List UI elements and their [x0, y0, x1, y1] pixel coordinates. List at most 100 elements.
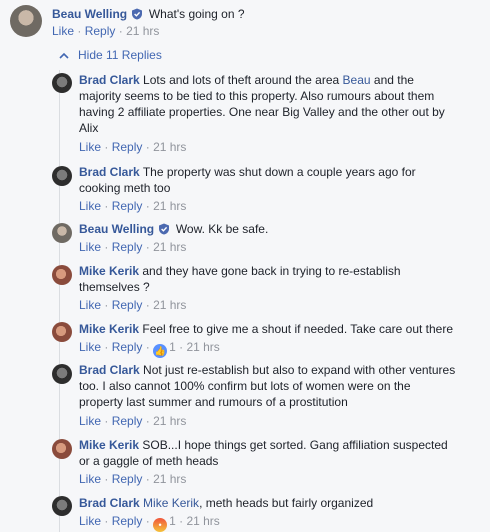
reaction-count[interactable]: 1 [169, 340, 176, 354]
reply-link[interactable]: Reply [112, 240, 143, 254]
reply-actions: Like · Reply · 21 hrs [79, 240, 186, 254]
reply-author[interactable]: Beau Welling [79, 222, 154, 236]
reply-author[interactable]: Brad Clark [79, 363, 140, 377]
chevron-up-icon [58, 47, 70, 63]
separator: · [104, 240, 109, 254]
reply-author[interactable]: Mike Kerik [79, 322, 139, 336]
reply-body: Brad Clark Lots and lots of theft around… [79, 72, 479, 136]
separator: · [179, 514, 184, 528]
like-link[interactable]: Like [79, 298, 101, 312]
separator: · [145, 298, 150, 312]
reply-text: SOB...I hope things get sorted. Gang aff… [142, 438, 448, 452]
reply-author[interactable]: Mike Kerik [79, 438, 139, 452]
avatar[interactable] [52, 364, 72, 384]
reply-text: cooking meth too [79, 181, 171, 195]
separator: · [104, 140, 109, 154]
reply-body: Brad Clark The property was shut down a … [79, 164, 479, 196]
timestamp[interactable]: 21 hrs [153, 199, 186, 213]
reply-text: property last summer and rumours of a pr… [79, 395, 348, 409]
separator: · [145, 340, 150, 354]
separator: · [145, 414, 150, 428]
separator: · [145, 199, 150, 213]
reply-body: Beau Welling Wow. Kk be safe. [79, 221, 479, 237]
comment-actions: Like · Reply · 21 hrs [52, 24, 159, 38]
like-link[interactable]: Like [79, 414, 101, 428]
reaction-count[interactable]: 1 [169, 514, 176, 528]
verified-badge-icon [132, 8, 143, 20]
reply-link[interactable]: Reply [112, 140, 143, 154]
separator: · [104, 514, 109, 528]
separator: · [145, 140, 150, 154]
reply-text: Alix [79, 121, 99, 135]
reply-text: The property was shut down a couple year… [142, 165, 416, 179]
reply-author[interactable]: Brad Clark [79, 73, 140, 87]
reply-link[interactable]: Reply [112, 298, 143, 312]
timestamp[interactable]: 21 hrs [186, 514, 219, 528]
reply-text: too. I also cannot 100% confirm but lots… [79, 379, 411, 393]
reply-body: Brad Clark Mike Kerik, meth heads but fa… [79, 495, 479, 511]
timestamp[interactable]: 21 hrs [186, 340, 219, 354]
reply-text: themselves ? [79, 280, 150, 294]
avatar[interactable] [52, 265, 72, 285]
timestamp[interactable]: 21 hrs [153, 414, 186, 428]
separator: · [104, 199, 109, 213]
avatar[interactable] [52, 322, 72, 342]
separator: · [118, 24, 123, 38]
timestamp[interactable]: 21 hrs [153, 298, 186, 312]
like-link[interactable]: Like [52, 24, 74, 38]
like-link[interactable]: Like [79, 140, 101, 154]
reply-actions: Like · Reply · 👍 1 · 21 hrs [79, 340, 220, 358]
like-reaction-icon[interactable]: 👍 [153, 344, 168, 358]
reply-body: Brad Clark Not just re-establish but als… [79, 362, 484, 410]
reply-link[interactable]: Reply [112, 472, 143, 486]
separator: · [179, 340, 184, 354]
hide-replies-button[interactable]: Hide 11 Replies [58, 47, 162, 63]
comment-author[interactable]: Beau Welling [52, 7, 127, 21]
reply-text: Lots and lots of theft around the area [143, 73, 343, 87]
avatar[interactable] [52, 166, 72, 186]
avatar[interactable] [52, 223, 72, 243]
reply-actions: Like · Reply · 21 hrs [79, 414, 186, 428]
like-link[interactable]: Like [79, 199, 101, 213]
reply-text: and the [370, 73, 414, 87]
timestamp[interactable]: 21 hrs [126, 24, 159, 38]
mention-link[interactable]: Mike Kerik [143, 496, 199, 510]
reply-text: and they have gone back in trying to re-… [142, 264, 401, 278]
comment-text: What's going on ? [148, 7, 245, 21]
avatar[interactable] [52, 73, 72, 93]
mention-link[interactable]: Beau [343, 73, 371, 87]
avatar[interactable] [52, 496, 72, 516]
reply-link[interactable]: Reply [112, 199, 143, 213]
reply-text: majority seems to be tied to this proper… [79, 89, 435, 103]
avatar[interactable] [10, 5, 42, 37]
avatar[interactable] [52, 439, 72, 459]
verified-badge-icon [159, 223, 170, 235]
reply-text: or a gaggle of meth heads [79, 454, 219, 468]
reply-body: Mike Kerik Feel free to give me a shout … [79, 321, 479, 337]
angry-reaction-icon[interactable]: • [153, 518, 168, 532]
reply-author[interactable]: Brad Clark [79, 165, 140, 179]
reply-author[interactable]: Brad Clark [79, 496, 140, 510]
like-link[interactable]: Like [79, 514, 101, 528]
timestamp[interactable]: 21 hrs [153, 140, 186, 154]
hide-replies-label: Hide 11 Replies [78, 48, 162, 62]
reply-link[interactable]: Reply [112, 340, 143, 354]
comment-body: Beau Welling What's going on ? [52, 6, 245, 22]
reply-actions: Like · Reply · 21 hrs [79, 199, 186, 213]
like-link[interactable]: Like [79, 240, 101, 254]
reply-link[interactable]: Reply [112, 414, 143, 428]
reply-body: Mike Kerik and they have gone back in tr… [79, 263, 479, 295]
timestamp[interactable]: 21 hrs [153, 240, 186, 254]
timestamp[interactable]: 21 hrs [153, 472, 186, 486]
reply-link[interactable]: Reply [112, 514, 143, 528]
separator: · [145, 240, 150, 254]
reply-text: having 2 affiliate properties. One near … [79, 105, 445, 119]
reply-author[interactable]: Mike Kerik [79, 264, 139, 278]
reply-text: Feel free to give me a shout if needed. … [142, 322, 454, 336]
reply-text: , meth heads but fairly organized [199, 496, 374, 510]
like-link[interactable]: Like [79, 472, 101, 486]
like-link[interactable]: Like [79, 340, 101, 354]
reply-thread-line [59, 70, 60, 532]
reply-text: Not just re-establish but also to expand… [143, 363, 456, 377]
reply-link[interactable]: Reply [85, 24, 116, 38]
